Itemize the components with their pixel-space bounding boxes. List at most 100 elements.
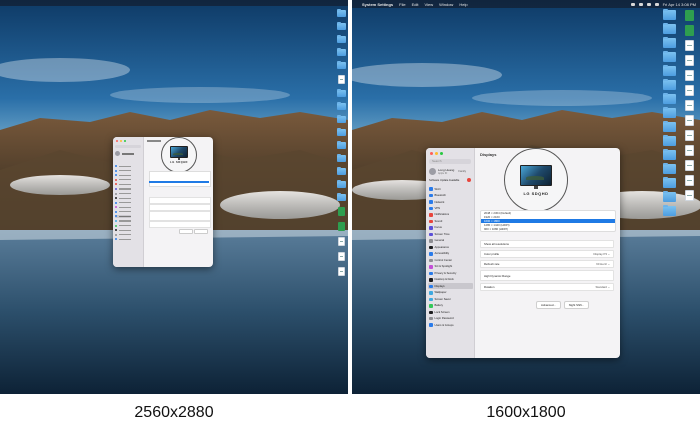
close-button[interactable] [116,140,118,142]
advanced-button[interactable] [179,229,193,234]
sidebar-item-screen-saver[interactable]: Screen Saver [428,296,473,302]
desktop-folder[interactable] [663,205,676,216]
desktop-folder[interactable] [663,135,676,146]
desktop-file[interactable] [685,130,694,141]
sidebar-item[interactable] [115,201,131,204]
desktop-folder[interactable] [663,9,676,20]
desktop-file[interactable] [685,25,694,36]
sidebar-item-privacy-security[interactable]: Privacy & Security [428,270,473,276]
sidebar-item-notifications[interactable]: Notifications [428,212,473,218]
settings-row[interactable] [149,197,211,204]
resolution-selected[interactable] [149,181,209,183]
resolution-list[interactable] [149,171,211,187]
status-icon[interactable] [638,2,643,6]
sidebar-item-bluetooth[interactable]: Bluetooth [428,192,473,198]
settings-row[interactable] [149,204,211,211]
desktop-folder[interactable] [337,141,346,149]
desktop-folder[interactable] [663,107,676,118]
desktop-folder[interactable] [337,61,346,69]
desktop-folder[interactable] [337,115,346,123]
desktop-folder[interactable] [337,9,346,17]
desktop-file[interactable] [685,10,694,21]
desktop-folder[interactable] [337,193,346,201]
sidebar-item-desktop-dock[interactable]: Desktop & Dock [428,277,473,283]
desktop-folder[interactable] [663,149,676,160]
sidebar-item[interactable] [115,238,131,241]
desktop-file[interactable] [338,237,345,246]
desktop-file[interactable] [685,115,694,126]
desktop-folder[interactable] [663,51,676,62]
setting-row-show-all-resolutions[interactable]: Show all resolutions [480,240,614,248]
menu-app-name[interactable]: System Settings [362,2,393,7]
desktop-file[interactable] [338,267,345,276]
sidebar-item-control-center[interactable]: Control Center [428,257,473,263]
profile-row[interactable]: Long Huang Apple ID Family [429,168,466,175]
sidebar-item-vpn[interactable]: VPN [428,205,473,211]
setting-row-refresh-rate[interactable]: Refresh rate 60 Hertz ⌄ [480,260,614,268]
desktop-folder[interactable] [663,191,676,202]
desktop-file[interactable] [685,175,694,186]
sidebar-item-battery[interactable]: Battery [428,303,473,309]
battery-icon[interactable] [654,2,659,6]
desktop-file[interactable] [338,75,345,84]
sidebar-item-focus[interactable]: Focus [428,225,473,231]
setting-value[interactable]: Standard ⌄ [596,285,610,289]
desktop-file[interactable] [685,100,694,111]
sidebar-item-wallpaper[interactable]: Wallpaper [428,290,473,296]
minimize-button[interactable] [435,152,438,155]
close-button[interactable] [430,152,433,155]
settings-row[interactable] [149,221,211,228]
desktop-folder[interactable] [337,35,346,43]
sidebar-item-users-groups[interactable]: Users & Groups [428,322,473,328]
night-shift-button[interactable]: Night Shift... [563,301,590,309]
sidebar-item[interactable] [115,192,131,195]
sidebar-item-wi-fi[interactable]: Wi-Fi [428,186,473,192]
desktop-file[interactable] [338,222,345,231]
setting-row-color-profile[interactable]: Color profile Display P3 ⌄ [480,250,614,258]
sidebar-item-displays[interactable] [115,215,131,218]
desktop-folder[interactable] [337,167,346,175]
wifi-icon[interactable] [646,2,651,6]
sidebar-item-sound[interactable]: Sound [428,218,473,224]
menu-window[interactable]: Window [439,2,453,7]
desktop-folder[interactable] [663,37,676,48]
sidebar-item-login-password[interactable]: Login Password [428,316,473,322]
setting-row-high-dynamic-range[interactable]: High Dynamic Range [480,270,614,281]
profile-row[interactable] [115,151,134,156]
sidebar-item[interactable] [115,169,131,172]
setting-value[interactable]: Display P3 ⌄ [594,252,611,256]
desktop-file[interactable] [685,160,694,171]
desktop-file[interactable] [685,145,694,156]
sidebar-item[interactable] [115,174,131,177]
search-input[interactable]: Search [429,159,471,164]
desktop-folder[interactable] [663,23,676,34]
desktop-file[interactable] [338,252,345,261]
desktop-folder[interactable] [663,121,676,132]
sidebar-item-displays[interactable]: Displays [428,283,473,290]
sidebar-item[interactable] [115,183,131,186]
desktop-folder[interactable] [663,65,676,76]
settings-row[interactable] [149,211,211,221]
menu-help[interactable]: Help [459,2,467,7]
desktop-folder[interactable] [663,177,676,188]
desktop-folder[interactable] [337,180,346,188]
sidebar-item-accessibility[interactable]: Accessibility [428,251,473,257]
setting-row-rotation[interactable]: Rotation Standard ⌄ [480,283,614,291]
desktop-folder[interactable] [663,163,676,174]
profile-family[interactable]: Family [458,170,466,173]
menu-clock[interactable]: Fri Apr 14 3:08 PM [663,2,696,7]
desktop-folder[interactable] [337,102,346,110]
search-input[interactable] [115,145,141,148]
desktop-file[interactable] [685,70,694,81]
sidebar-item[interactable] [115,187,131,190]
sidebar-item[interactable] [115,197,131,200]
sidebar-item[interactable] [115,220,131,223]
desktop-folder[interactable] [337,48,346,56]
desktop-file[interactable] [685,40,694,51]
desktop-folder[interactable] [663,93,676,104]
desktop-folder[interactable] [337,154,346,162]
sidebar-item[interactable] [115,233,131,236]
menu-view[interactable]: View [424,2,433,7]
resolution-option[interactable]: 960 × 1080 (HiDPI) [481,227,615,231]
setting-value[interactable]: 60 Hertz ⌄ [596,262,610,266]
